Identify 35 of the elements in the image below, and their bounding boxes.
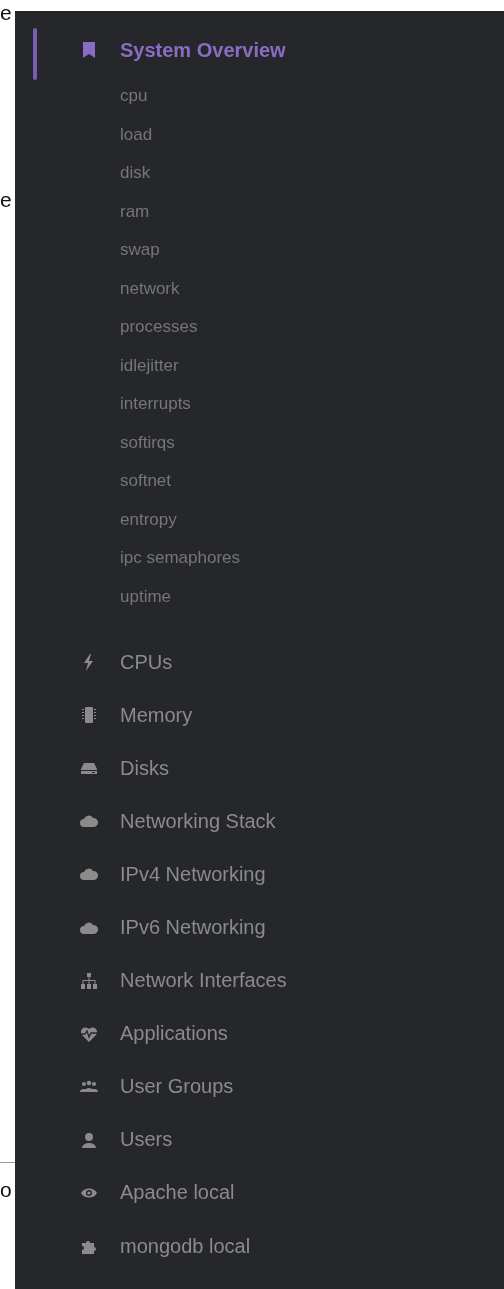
nav-item[interactable]: Apache local — [80, 1166, 235, 1220]
nav-subitem[interactable]: softirqs — [120, 423, 175, 462]
nav-item[interactable]: Users — [80, 1113, 173, 1167]
nav-subitem[interactable]: disk — [120, 154, 151, 193]
nav-item[interactable]: Disks — [80, 741, 169, 795]
nav-subitem[interactable]: interrupts — [120, 385, 191, 424]
cut-off-text: e — [0, 187, 13, 213]
nav-item[interactable]: User Groups — [80, 1060, 234, 1114]
nav-subitem[interactable]: processes — [120, 308, 198, 347]
nav-item[interactable]: Memory — [80, 688, 193, 742]
nav-item[interactable]: Network Interfaces — [80, 954, 287, 1008]
nav-item[interactable]: CPUs — [80, 635, 173, 689]
nav-subitem[interactable]: ram — [120, 192, 150, 231]
nav-subitem[interactable]: swap — [120, 231, 160, 270]
nav-subitem[interactable]: idlejitter — [120, 346, 179, 385]
nav-item[interactable]: mongodb local — [80, 1219, 251, 1273]
nav-subitem[interactable]: uptime — [120, 577, 172, 616]
nav-item[interactable]: System Overview — [80, 31, 286, 77]
user-icon — [80, 1130, 98, 1149]
nav-subitem[interactable]: load — [120, 115, 153, 154]
nav-item[interactable]: Networking Stack — [80, 794, 276, 848]
cut-off-text: e — [0, 0, 13, 26]
nav-subitem[interactable]: ipc semaphores — [120, 539, 240, 578]
nav-item[interactable]: IPv4 Networking — [80, 847, 266, 901]
nav-item[interactable]: IPv6 Networking — [80, 900, 266, 955]
sitemap-icon — [80, 971, 98, 990]
nav-item[interactable]: Applications — [80, 1007, 228, 1061]
cut-off-text: o — [0, 1177, 13, 1203]
chip-icon — [80, 706, 98, 725]
heartbeat-icon — [80, 1024, 98, 1043]
nav-subitem[interactable]: network — [120, 269, 180, 308]
nav-subitem[interactable]: cpu — [120, 77, 148, 116]
bookmark-icon — [80, 41, 98, 59]
nav-subitem[interactable]: softnet — [120, 462, 172, 501]
nav-subitem[interactable]: entropy — [120, 500, 177, 539]
